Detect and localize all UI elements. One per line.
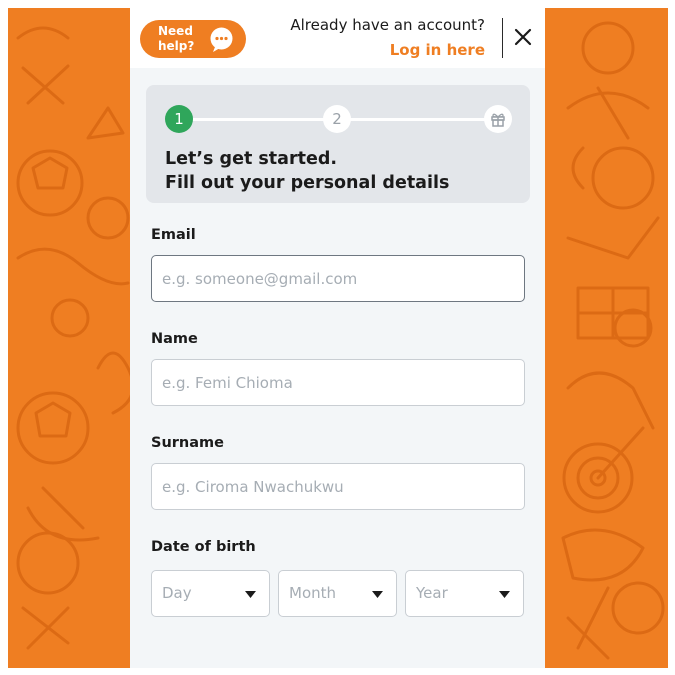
- account-prompt-text: Already have an account?: [290, 16, 485, 34]
- login-link[interactable]: Log in here: [390, 41, 485, 59]
- dob-month-value: Month: [289, 584, 337, 602]
- caret-down-icon: [372, 591, 383, 598]
- chat-bubble-icon: [210, 27, 233, 52]
- page-frame: Need help? Already have an account? Log …: [8, 8, 668, 668]
- gift-icon: [491, 113, 505, 127]
- need-help-button[interactable]: Need help?: [140, 20, 246, 58]
- progress-card: 1 2 Let’s get started. Fill out your per…: [146, 85, 530, 203]
- surname-field[interactable]: [151, 463, 525, 510]
- dob-day-select[interactable]: Day: [151, 570, 270, 617]
- step-2-indicator: 2: [323, 105, 351, 133]
- step-final-indicator: [484, 105, 512, 133]
- dob-day-value: Day: [162, 584, 192, 602]
- step-1-indicator: 1: [165, 105, 193, 133]
- email-label: Email: [151, 227, 196, 243]
- dob-year-value: Year: [416, 584, 448, 602]
- name-label: Name: [151, 331, 198, 347]
- modal-header: Need help? Already have an account? Log …: [130, 8, 545, 68]
- dob-year-select[interactable]: Year: [405, 570, 524, 617]
- progress-title: Let’s get started. Fill out your persona…: [165, 147, 449, 195]
- progress-title-line-2: Fill out your personal details: [165, 173, 450, 193]
- close-icon[interactable]: [512, 26, 534, 48]
- dob-month-select[interactable]: Month: [278, 570, 397, 617]
- signup-modal: Need help? Already have an account? Log …: [130, 8, 545, 668]
- need-help-label: Need help?: [158, 24, 195, 53]
- date-of-birth-label: Date of birth: [151, 539, 256, 555]
- progress-title-line-1: Let’s get started.: [165, 149, 338, 169]
- caret-down-icon: [245, 591, 256, 598]
- name-field[interactable]: [151, 359, 525, 406]
- email-field[interactable]: [151, 255, 525, 302]
- surname-label: Surname: [151, 435, 224, 451]
- caret-down-icon: [499, 591, 510, 598]
- header-divider: [502, 18, 503, 58]
